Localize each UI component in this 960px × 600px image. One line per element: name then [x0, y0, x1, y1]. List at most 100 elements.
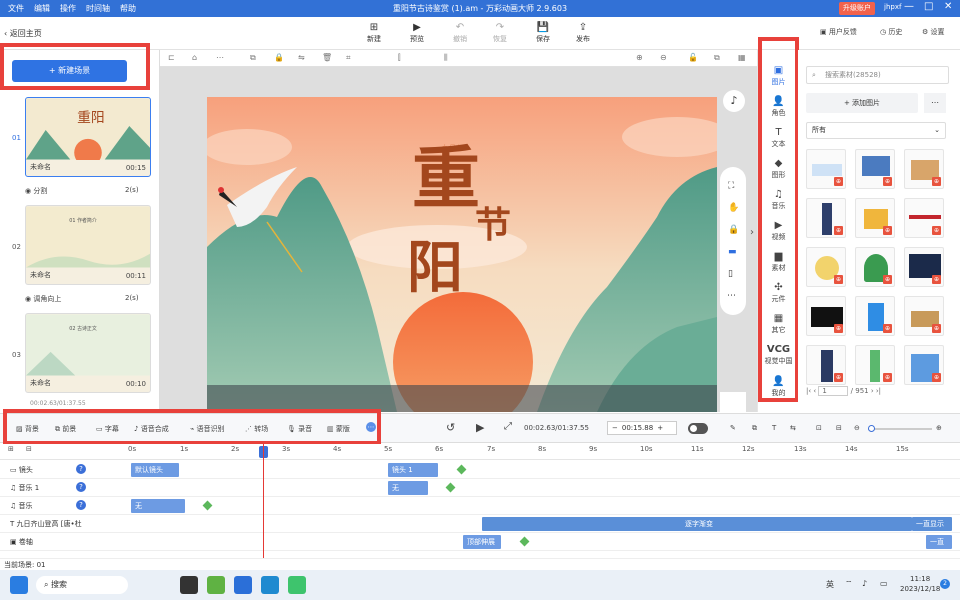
asset-thumb[interactable]: ⊕ — [806, 247, 846, 287]
keyframe-icon[interactable] — [445, 482, 456, 493]
timeline-clip[interactable]: 镜头 1 — [388, 463, 438, 477]
history-button[interactable]: ◷ 历史 — [880, 27, 902, 37]
asset-thumb[interactable]: ⊕ — [806, 149, 846, 189]
asset-thumb[interactable]: ⊕ — [904, 149, 944, 189]
feedback-button[interactable]: ▣ 用户反馈 — [820, 27, 857, 37]
timeline-clip[interactable]: 逐字渐变 — [482, 517, 912, 531]
align-left-icon[interactable]: ⊏ — [168, 53, 175, 62]
home-icon[interactable]: ⌂ — [192, 53, 197, 62]
more-options-button[interactable]: ⋯ — [924, 93, 946, 113]
foreground-button[interactable]: ⧉ 前景 — [55, 424, 76, 434]
keyframe-icon[interactable] — [519, 536, 530, 547]
new-button[interactable]: ⊞ 新建 — [360, 21, 388, 44]
category-video[interactable]: ▶ 视频 — [758, 220, 799, 242]
more-icon[interactable]: ⋯ — [366, 422, 376, 432]
timeline-clip[interactable]: 默认镜头 — [131, 463, 179, 477]
asset-thumb[interactable]: ⊕ — [806, 296, 846, 336]
fullscreen-icon[interactable]: ⤢ — [504, 421, 512, 432]
category-image[interactable]: ▣ 图片 — [758, 65, 799, 87]
category-vcg[interactable]: VCG 视觉中国 — [758, 344, 799, 366]
clock-date[interactable]: 2023/12/18 — [900, 585, 940, 593]
scene-transition[interactable]: ◉ 分割 2(s) — [25, 186, 139, 196]
zoom-out-icon[interactable]: ⊖ — [854, 424, 860, 432]
keyframe-icon[interactable] — [456, 464, 467, 475]
asset-thumb[interactable]: ⊕ — [904, 345, 944, 385]
subtitle-button[interactable]: ▭ 字幕 — [96, 424, 119, 434]
save-button[interactable]: 💾 保存 — [529, 21, 557, 44]
task-view-icon[interactable] — [180, 576, 198, 594]
input-language[interactable]: 英 — [826, 579, 834, 590]
chevron-right-icon[interactable]: › — [750, 227, 754, 238]
asset-thumb[interactable]: ⊕ — [855, 296, 895, 336]
zoom-slider[interactable] — [868, 425, 932, 432]
track-music-1[interactable]: ♫ 音乐 1 ? 无 — [0, 479, 960, 497]
asset-thumb[interactable]: ⊕ — [806, 345, 846, 385]
timeline-clip[interactable]: 一直显示 — [912, 517, 952, 531]
notification-badge[interactable]: 2 — [940, 579, 950, 589]
category-component[interactable]: ✣ 元件 — [758, 282, 799, 304]
asset-search-input[interactable]: ⌕ 搜索素材(28528) — [806, 66, 949, 84]
clock-time[interactable]: 11:18 — [910, 575, 930, 583]
transition-button[interactable]: ⋰ 转场 — [245, 424, 268, 434]
asset-thumb[interactable]: ⊕ — [855, 345, 895, 385]
last-page-icon[interactable]: ›| — [876, 387, 881, 395]
back-home-button[interactable]: ‹ 返回主页 — [4, 28, 42, 39]
screen-icon[interactable]: ▬ — [728, 247, 737, 257]
scene-duration-stepper[interactable]: −00:15.88 + — [607, 421, 677, 435]
fit-screen-icon[interactable]: ⛶ — [728, 181, 734, 191]
background-button[interactable]: ▨ 背景 — [16, 424, 39, 434]
edge-icon[interactable] — [261, 576, 279, 594]
phone-icon[interactable]: ▯ — [728, 269, 733, 279]
align-icon[interactable]: ⫿ — [398, 53, 401, 63]
crop-icon[interactable]: ⌗ — [346, 53, 351, 63]
scene-thumb-3[interactable]: 02 古诗正文 未命名 00:10 — [25, 313, 151, 393]
animation-app-icon[interactable] — [234, 576, 252, 594]
category-character[interactable]: 👤 角色 — [758, 96, 799, 118]
keyframe-icon[interactable] — [202, 500, 213, 511]
scene-transition[interactable]: ◉ 调角向上 2(s) — [25, 294, 139, 304]
add-image-button[interactable]: + 添加图片 — [806, 93, 918, 113]
category-music[interactable]: ♫ 音乐 — [758, 189, 799, 211]
new-scene-button[interactable]: + 新建场景 — [12, 60, 127, 82]
rewind-icon[interactable]: ↺ — [446, 421, 455, 434]
battery-icon[interactable]: ▭ — [880, 579, 888, 588]
wechat-icon[interactable] — [288, 576, 306, 594]
preview-button[interactable]: ▶ 预览 — [403, 21, 431, 44]
category-material[interactable]: ▆ 素材 — [758, 251, 799, 273]
track-tool-icon[interactable]: ⊞ — [8, 445, 14, 453]
minimize-icon[interactable]: — — [904, 1, 914, 12]
track-tool-icon[interactable]: ⊟ — [26, 445, 32, 453]
category-other[interactable]: ▦ 其它 — [758, 313, 799, 335]
timeline-clip[interactable]: 无 — [131, 499, 185, 513]
zoom-in-icon[interactable]: ⊕ — [636, 53, 643, 62]
lock-icon[interactable]: 🔒 — [274, 53, 284, 62]
category-select[interactable]: 所有 ⌄ — [806, 122, 946, 139]
track-text[interactable]: T 九日齐山登高 [唐•杜 逐字渐变 一直显示 — [0, 515, 960, 533]
asset-thumb[interactable]: ⊕ — [855, 247, 895, 287]
redo-button[interactable]: ↷ 恢复 — [486, 21, 514, 44]
settings-button[interactable]: ⚙ 设置 — [922, 27, 945, 37]
flip-icon[interactable]: ⇋ — [298, 53, 305, 62]
mask-button[interactable]: ▥ 蒙版 — [327, 424, 350, 434]
track-camera[interactable]: ▭ 镜头 ? 默认镜头 镜头 1 — [0, 461, 960, 479]
distribute-icon[interactable]: ⫼ — [444, 53, 448, 63]
copy-icon[interactable]: ⧉ — [752, 424, 757, 433]
timeline-clip[interactable]: 一直 — [926, 535, 952, 549]
unlock-icon[interactable]: 🔓 — [688, 53, 698, 62]
username[interactable]: jhpxf — [884, 3, 901, 11]
play-icon[interactable]: ▶ — [476, 421, 484, 434]
hand-icon[interactable]: ✋ — [728, 203, 739, 213]
tts-button[interactable]: ♪ 语音合成 — [134, 424, 169, 434]
track-scroll[interactable]: ▣ 卷轴 顶部伸展 一直 — [0, 533, 960, 551]
wifi-icon[interactable]: ⌔ — [845, 579, 853, 589]
asset-thumb[interactable]: ⊕ — [904, 296, 944, 336]
category-shape[interactable]: ◆ 图形 — [758, 158, 799, 180]
text-tool-icon[interactable]: T — [772, 424, 776, 432]
taskbar-search[interactable]: ⌕ 搜索 — [36, 576, 128, 594]
undo-button[interactable]: ↶ 撤销 — [446, 21, 474, 44]
lock-icon[interactable]: 🔒 — [728, 225, 739, 235]
more-icon[interactable]: ⋯ — [216, 53, 224, 62]
help-icon[interactable]: ? — [76, 482, 86, 492]
grid-icon[interactable]: ▦ — [738, 53, 746, 62]
help-icon[interactable]: ? — [76, 464, 86, 474]
